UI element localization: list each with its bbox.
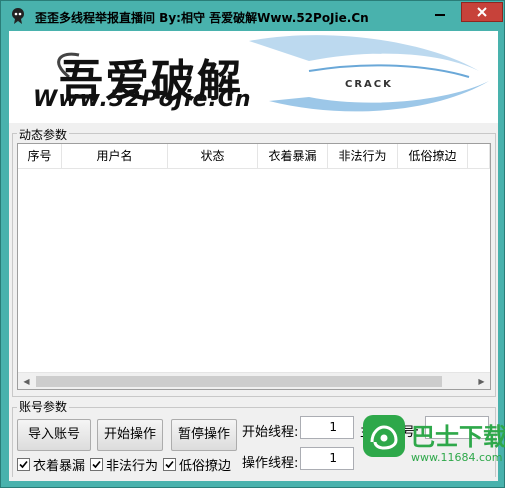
banner: 吾爱破解 CRACK Www.52PoJie.Cn (9, 31, 498, 123)
column-illegal[interactable]: 非法行为 (328, 144, 398, 169)
start-threads-input[interactable]: 1 (300, 416, 354, 439)
checkbox-exposure-label: 衣着暴漏 (33, 459, 86, 474)
close-icon (477, 7, 487, 17)
column-username[interactable]: 用户名 (62, 144, 168, 169)
import-accounts-button[interactable]: 导入账号 (17, 419, 91, 451)
minimize-icon (435, 14, 445, 16)
check-icon[interactable] (17, 458, 30, 471)
op-threads-label: 操作线程: (242, 456, 299, 471)
start-operation-button[interactable]: 开始操作 (97, 419, 163, 451)
horizontal-scrollbar[interactable]: ◀ ▶ (18, 372, 490, 389)
list-header: 序号 用户名 状态 衣着暴漏 非法行为 低俗撩边 (18, 144, 490, 169)
watermark-logo-icon (363, 415, 405, 457)
scroll-thumb[interactable] (36, 376, 442, 387)
logo-crack-text: CRACK (345, 79, 393, 90)
close-button[interactable] (461, 2, 503, 22)
app-window: 歪歪多线程举报直播间 By:相守 吾爱破解Www.52PoJie.Cn 吾爱破解… (0, 0, 505, 488)
window-title: 歪歪多线程举报直播间 By:相守 吾爱破解Www.52PoJie.Cn (35, 11, 369, 25)
op-threads-input[interactable]: 1 (300, 447, 354, 470)
column-vulgar[interactable]: 低俗撩边 (398, 144, 468, 169)
scroll-right-icon[interactable]: ▶ (473, 373, 490, 389)
start-threads-label: 开始线程: (242, 425, 299, 440)
app-icon (12, 8, 24, 24)
title-bar[interactable]: 歪歪多线程举报直播间 By:相守 吾爱破解Www.52PoJie.Cn (1, 1, 504, 31)
logo-url-text: Www.52PoJie.Cn (33, 87, 252, 112)
watermark-url: www.11684.com (411, 451, 503, 464)
scroll-left-icon[interactable]: ◀ (18, 373, 35, 389)
user-list[interactable]: 序号 用户名 状态 衣着暴漏 非法行为 低俗撩边 ◀ ▶ (17, 143, 491, 390)
checkbox-vulgar-label: 低俗撩边 (179, 459, 232, 474)
account-params-label: 账号参数 (17, 398, 70, 415)
pause-operation-button[interactable]: 暂停操作 (171, 419, 237, 451)
checkbox-exposure[interactable]: 衣着暴漏 (17, 455, 85, 474)
column-exposure[interactable]: 衣着暴漏 (258, 144, 328, 169)
minimize-button[interactable] (427, 2, 453, 22)
checkbox-vulgar[interactable]: 低俗撩边 (163, 455, 231, 474)
dynamic-params-label: 动态参数 (17, 126, 70, 143)
check-icon[interactable] (163, 458, 176, 471)
watermark: 巴士下载 www.11684.com (363, 409, 505, 479)
checkbox-illegal-label: 非法行为 (106, 459, 159, 474)
check-icon[interactable] (90, 458, 103, 471)
watermark-text: 巴士下载 (411, 423, 505, 451)
column-status[interactable]: 状态 (168, 144, 258, 169)
checkbox-illegal[interactable]: 非法行为 (90, 455, 158, 474)
column-index[interactable]: 序号 (18, 144, 62, 169)
column-filler (468, 144, 490, 169)
